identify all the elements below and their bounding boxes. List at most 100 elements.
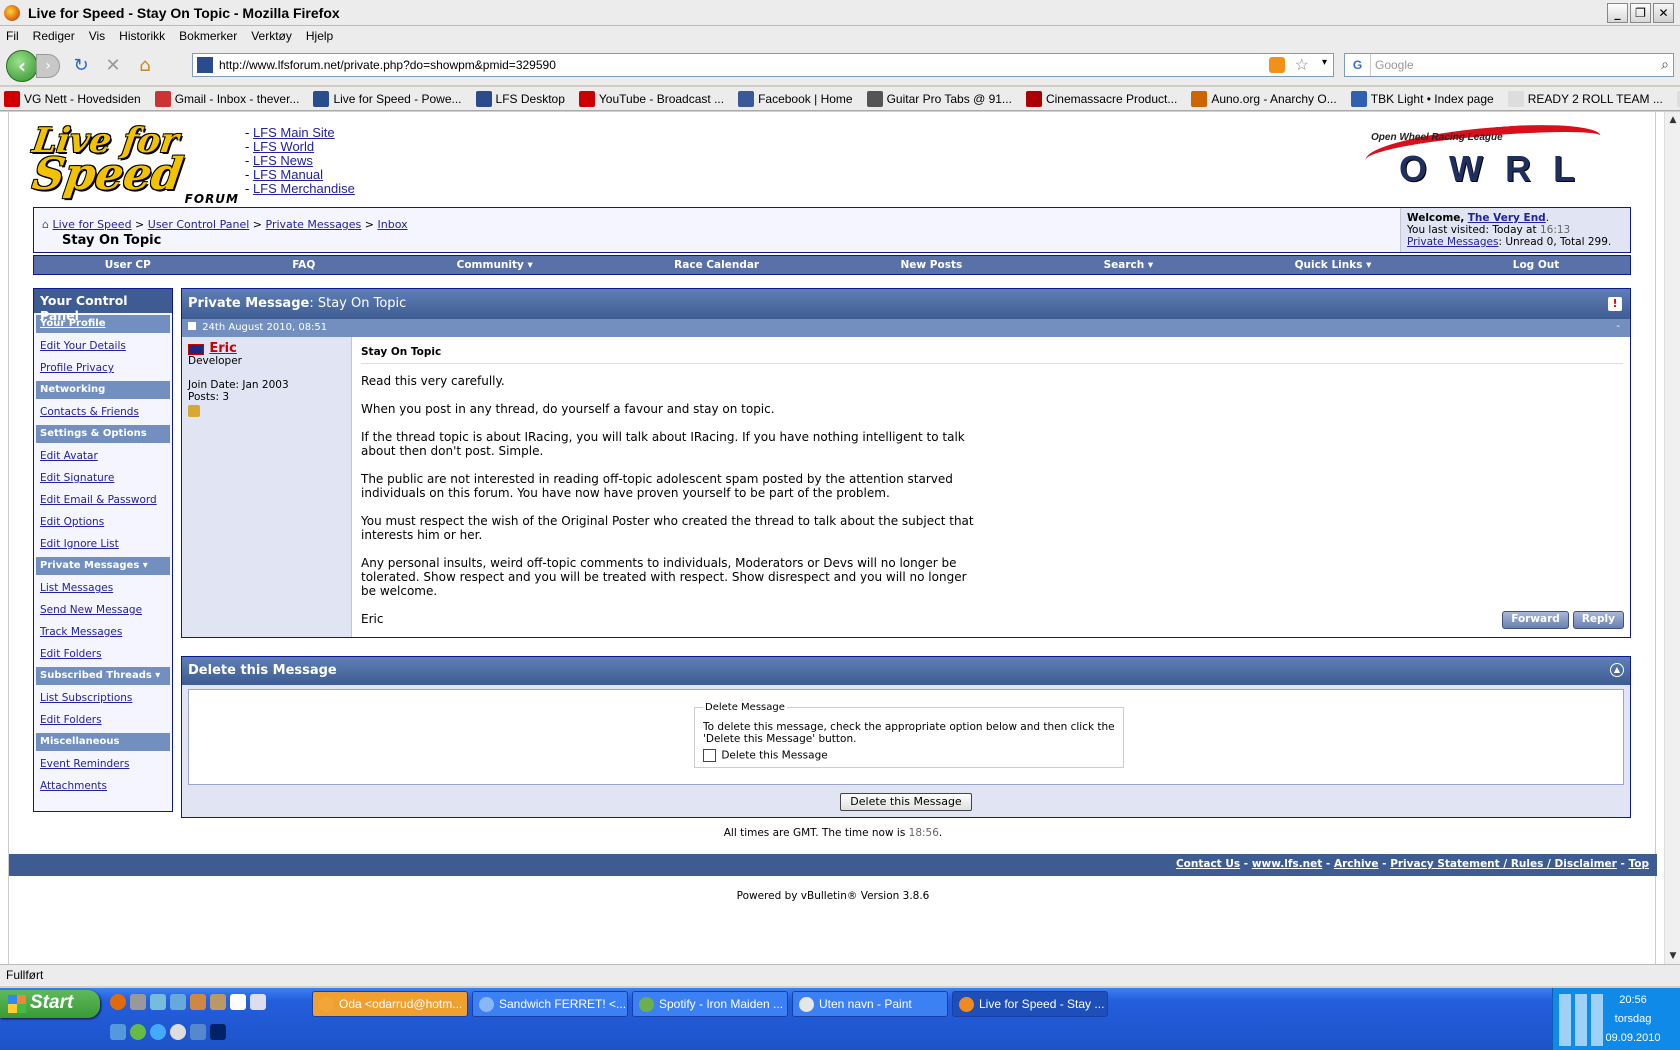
sidebar-link[interactable]: Edit Ignore List <box>40 538 119 550</box>
quicklaunch-chart-icon[interactable] <box>250 994 266 1010</box>
sidebar-link[interactable]: Edit Your Details <box>40 340 126 352</box>
sidebar-link[interactable]: Edit Folders <box>40 714 102 726</box>
quicklaunch-desktop-icon[interactable] <box>170 994 186 1010</box>
breadcrumb-user-cp[interactable]: User Control Panel <box>148 218 250 231</box>
nav-quick-links[interactable]: Quick Links ▾ <box>1295 259 1372 271</box>
quicklaunch-row2-1-icon[interactable] <box>110 1024 126 1040</box>
taskbar-task[interactable]: Sandwich FERRET! <... <box>472 991 628 1017</box>
breadcrumb-home-icon[interactable]: ⌂ <box>42 218 49 231</box>
taskbar-task[interactable]: Spotify - Iron Maiden ... <box>632 991 788 1017</box>
rss-icon[interactable] <box>1269 57 1285 73</box>
url-dropdown-icon[interactable]: ▾ <box>1322 57 1327 68</box>
taskbar-task[interactable]: Uten navn - Paint <box>792 991 948 1017</box>
site-link[interactable]: LFS Merchandise <box>253 181 355 196</box>
lfs-forum-logo[interactable]: Live for Speed FORUM <box>29 121 243 206</box>
footer-link[interactable]: Privacy Statement / Rules / Disclaimer <box>1390 858 1617 870</box>
sidebar-link[interactable]: Edit Signature <box>40 472 114 484</box>
tray-icons[interactable] <box>1559 994 1603 1046</box>
back-button[interactable]: ‹ <box>6 49 38 82</box>
sidebar-link[interactable]: List Messages <box>40 582 113 594</box>
footer-link[interactable]: www.lfs.net <box>1252 858 1322 870</box>
menu-file[interactable]: Fil <box>6 29 19 43</box>
sidebar-link[interactable]: Event Reminders <box>40 758 129 770</box>
quicklaunch-row2-2-icon[interactable] <box>130 1024 146 1040</box>
sidebar-link[interactable]: Profile Privacy <box>40 362 114 374</box>
reply-button[interactable]: Reply <box>1572 611 1624 629</box>
stop-icon[interactable]: ✕ <box>102 55 124 77</box>
quicklaunch-tool-icon[interactable] <box>210 994 226 1010</box>
bookmark-item[interactable]: Facebook | Home <box>738 90 853 107</box>
bookmark-item[interactable]: TBK Light • Index page <box>1350 90 1494 107</box>
menu-tools[interactable]: Verktøy <box>251 29 292 43</box>
sidebar-link[interactable]: Attachments <box>40 780 107 792</box>
nav-user-cp[interactable]: User CP <box>105 259 151 271</box>
restore-button[interactable]: ❐ <box>1630 3 1651 23</box>
sender-name[interactable]: Eric <box>209 341 236 356</box>
search-icon[interactable]: ⌕ <box>1661 56 1669 73</box>
welcome-username[interactable]: The Very End <box>1468 212 1546 224</box>
bookmark-item[interactable]: Guitar Pro Tabs @ 91... <box>866 90 1012 107</box>
quicklaunch-game-icon[interactable] <box>190 994 206 1010</box>
nav-search[interactable]: Search ▾ <box>1104 259 1154 271</box>
site-link[interactable]: LFS News <box>253 153 313 168</box>
sidebar-link[interactable]: Contacts & Friends <box>40 406 139 418</box>
delete-message-button[interactable]: Delete this Message <box>840 793 972 811</box>
nav-log-out[interactable]: Log Out <box>1513 259 1560 271</box>
sidebar-link[interactable]: Send New Message <box>40 604 142 616</box>
forward-button[interactable]: Forward <box>1502 611 1569 629</box>
collapse-icon[interactable]: ▲ <box>1610 663 1624 677</box>
search-input[interactable]: G Google ⌕ <box>1344 53 1674 77</box>
owrl-banner[interactable]: Open Wheel Racing League OWRL <box>1359 119 1609 192</box>
menu-help[interactable]: Hjelp <box>306 29 333 43</box>
minimize-button[interactable]: _ <box>1607 3 1628 23</box>
taskbar-task[interactable]: Live for Speed - Stay ... <box>952 991 1108 1017</box>
scroll-down-icon[interactable]: ▼ <box>1665 948 1680 964</box>
nav-new-posts[interactable]: New Posts <box>901 259 963 271</box>
site-link[interactable]: LFS Manual <box>253 167 323 182</box>
sidebar-link[interactable]: List Subscriptions <box>40 692 132 704</box>
nav-race-calendar[interactable]: Race Calendar <box>674 259 759 271</box>
menu-view[interactable]: Vis <box>89 29 105 43</box>
quicklaunch-network-icon[interactable] <box>150 994 166 1010</box>
breadcrumb-live-for-speed[interactable]: Live for Speed <box>52 218 131 231</box>
sidebar-link[interactable]: Edit Folders <box>40 648 102 660</box>
tray-clock[interactable]: 20:56 torsdag 09.09.2010 <box>1598 994 1668 1045</box>
bookmark-item[interactable]: Cinemassacre Product... <box>1025 90 1177 107</box>
quicklaunch-row2-4-icon[interactable] <box>170 1024 186 1040</box>
delete-checkbox[interactable] <box>703 749 716 762</box>
sidebar-link[interactable]: Edit Options <box>40 516 104 528</box>
scroll-up-icon[interactable]: ▲ <box>1665 112 1680 128</box>
vertical-scrollbar[interactable]: ▲ ▼ <box>1664 112 1680 964</box>
footer-link[interactable]: Contact Us <box>1176 858 1240 870</box>
search-engine-icon[interactable]: G <box>1345 54 1371 76</box>
bookmark-item[interactable]: YouTube - Broadcast ... <box>578 90 724 107</box>
sidebar-link[interactable]: Edit Avatar <box>40 450 98 462</box>
quicklaunch-font-icon[interactable] <box>230 994 246 1010</box>
bookmark-item[interactable]: LFS Desktop <box>475 90 565 107</box>
bookmark-item[interactable]: VG Nett - Hovedsiden <box>4 90 141 107</box>
sidebar-link[interactable]: Edit Email & Password <box>40 494 157 506</box>
site-link[interactable]: LFS World <box>253 139 314 154</box>
quicklaunch-media-icon[interactable] <box>130 994 146 1010</box>
quicklaunch-row2-5-icon[interactable] <box>190 1024 206 1040</box>
start-button[interactable]: Start <box>0 990 100 1018</box>
breadcrumb-private-messages[interactable]: Private Messages <box>266 218 362 231</box>
menu-bookmarks[interactable]: Bokmerker <box>179 29 237 43</box>
footer-link[interactable]: Archive <box>1334 858 1379 870</box>
forward-button[interactable]: › <box>36 53 60 78</box>
report-warning-icon[interactable]: ! <box>1608 297 1622 311</box>
quicklaunch-firefox-icon[interactable] <box>110 994 126 1010</box>
reload-icon[interactable]: ↻ <box>70 55 92 77</box>
sidebar-link[interactable]: Track Messages <box>40 626 122 638</box>
close-button[interactable]: ✕ <box>1653 3 1674 23</box>
bookmark-star-icon[interactable]: ☆ <box>1295 55 1309 75</box>
menu-edit[interactable]: Rediger <box>33 29 75 43</box>
quicklaunch-row2-3-icon[interactable] <box>150 1024 166 1040</box>
home-icon[interactable]: ⌂ <box>134 55 156 77</box>
footer-link[interactable]: Top <box>1629 858 1650 870</box>
welcome-pm-link[interactable]: Private Messages <box>1407 236 1498 248</box>
taskbar-task[interactable]: Oda <odarrud@hotm... <box>312 991 468 1017</box>
bookmark-item[interactable]: Auno.org - Anarchy O... <box>1191 90 1337 107</box>
menu-history[interactable]: Historikk <box>119 29 165 43</box>
site-link[interactable]: LFS Main Site <box>253 125 335 140</box>
